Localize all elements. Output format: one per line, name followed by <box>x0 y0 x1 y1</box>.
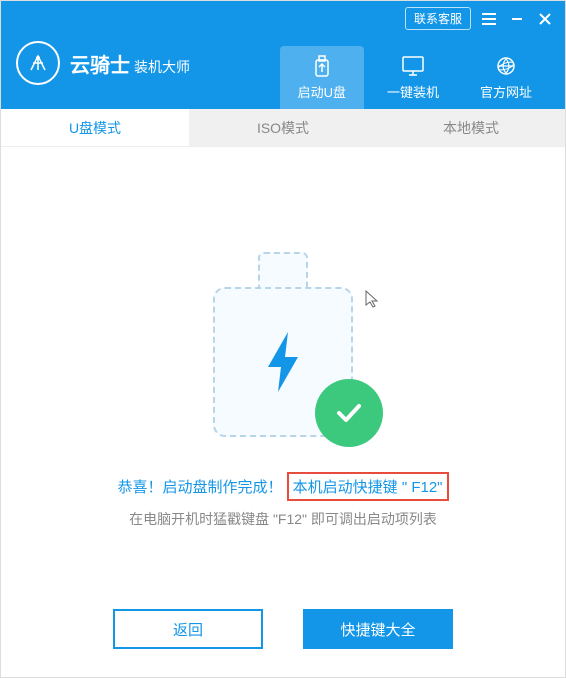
instruction-text: 在电脑开机时猛戳键盘 "F12" 即可调出启动项列表 <box>117 509 448 529</box>
nav-tab-one-click[interactable]: 一键装机 <box>369 46 457 109</box>
check-icon <box>315 379 383 447</box>
logo-subtitle: 装机大师 <box>134 59 190 75</box>
usb-success-image <box>203 247 363 437</box>
button-row: 返回 快捷键大全 <box>113 609 453 649</box>
mode-tab-local[interactable]: 本地模式 <box>377 109 565 146</box>
nav-tab-boot-usb[interactable]: 启动U盘 <box>280 46 364 109</box>
mode-tab-iso[interactable]: ISO模式 <box>189 109 377 146</box>
nav-label: 启动U盘 <box>298 82 346 101</box>
minimize-icon[interactable] <box>507 9 527 29</box>
success-prefix: 恭喜！启动盘制作完成！ <box>117 479 282 496</box>
mode-tab-usb[interactable]: U盘模式 <box>1 109 189 146</box>
mode-tabs: U盘模式 ISO模式 本地模式 <box>1 109 565 147</box>
nav-tab-official-site[interactable]: 官方网址 <box>462 46 550 109</box>
hotkey-highlight: 本机启动快捷键 " F12" <box>287 472 449 501</box>
lightning-icon <box>253 327 313 397</box>
contact-button[interactable]: 联系客服 <box>405 7 471 30</box>
logo-text: 云骑士装机大师 <box>70 49 190 78</box>
logo-icon <box>16 41 60 85</box>
monitor-icon <box>401 54 425 78</box>
back-button[interactable]: 返回 <box>113 609 263 649</box>
ie-icon <box>494 54 518 78</box>
hotkey-list-button[interactable]: 快捷键大全 <box>303 609 453 649</box>
logo-title: 云骑士 <box>70 55 130 77</box>
result-text: 恭喜！启动盘制作完成！ 本机启动快捷键 " F12" 在电脑开机时猛戳键盘 "F… <box>117 472 448 529</box>
title-bar: 联系客服 <box>1 1 565 36</box>
content-area: 恭喜！启动盘制作完成！ 本机启动快捷键 " F12" 在电脑开机时猛戳键盘 "F… <box>1 147 565 677</box>
nav-label: 一键装机 <box>387 82 439 101</box>
usb-icon <box>310 54 334 78</box>
nav-tabs: 启动U盘 一键装机 官方网址 <box>280 46 550 109</box>
main-window: 联系客服 云骑士装机大师 <box>0 0 566 678</box>
header: 联系客服 云骑士装机大师 <box>1 1 565 109</box>
success-message: 恭喜！启动盘制作完成！ 本机启动快捷键 " F12" <box>117 472 448 501</box>
cursor-icon <box>364 289 380 314</box>
menu-icon[interactable] <box>479 9 499 29</box>
nav-label: 官方网址 <box>480 82 532 101</box>
close-icon[interactable] <box>535 9 555 29</box>
